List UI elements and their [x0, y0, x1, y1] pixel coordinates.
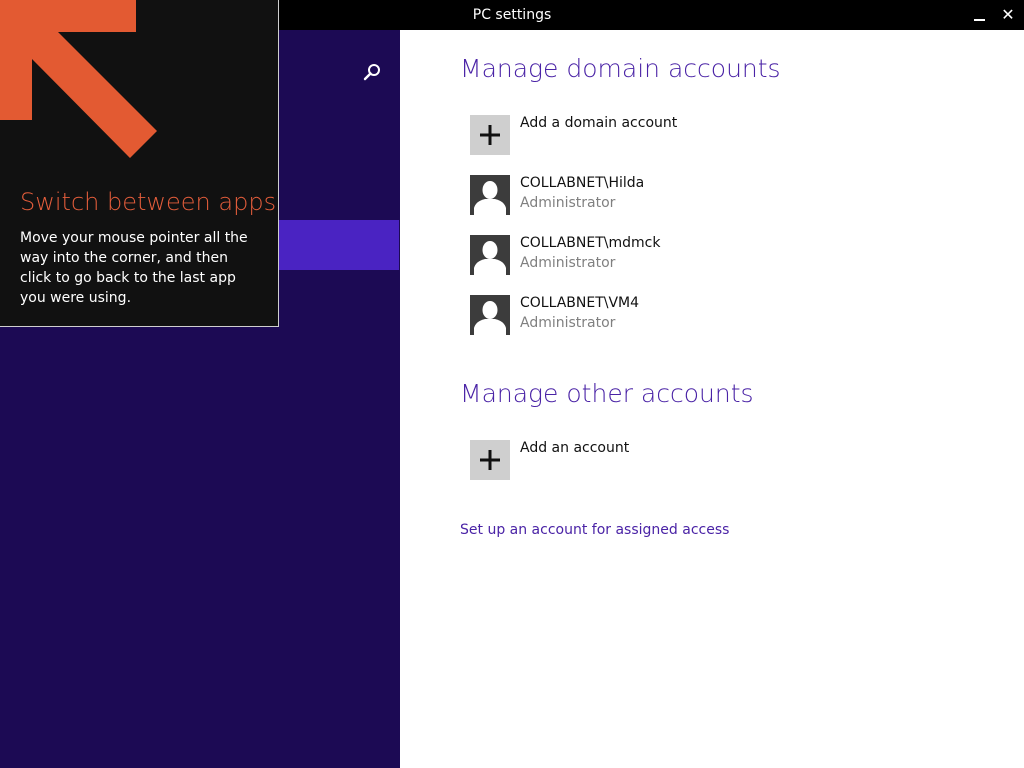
account-role: Administrator	[520, 195, 616, 211]
account-role: Administrator	[520, 315, 616, 331]
account-role: Administrator	[520, 255, 616, 271]
close-button[interactable]: ✕	[997, 4, 1019, 26]
user-silhouette-icon	[474, 301, 506, 335]
account-item[interactable]: COLLABNET\VM4 Administrator	[470, 295, 870, 339]
corner-arrow-icon	[0, 0, 157, 158]
minimize-button[interactable]	[968, 4, 990, 26]
account-name: COLLABNET\VM4	[520, 295, 640, 311]
tip-body: Move your mouse pointer all the way into…	[20, 230, 248, 306]
user-silhouette-icon	[474, 181, 506, 215]
search-icon	[363, 64, 380, 81]
domain-accounts-heading: Manage domain accounts	[460, 54, 781, 83]
user-silhouette-icon	[474, 241, 506, 275]
add-account-button[interactable]: Add an account	[470, 440, 870, 484]
user-avatar-icon	[470, 175, 510, 215]
tip-title: Switch between apps	[20, 188, 277, 216]
add-account-label: Add an account	[520, 440, 630, 456]
add-tile	[470, 440, 510, 480]
search-button[interactable]	[360, 60, 384, 84]
plus-icon	[480, 125, 500, 145]
assigned-access-link[interactable]: Set up an account for assigned access	[460, 522, 729, 538]
close-icon: ✕	[1001, 5, 1015, 24]
content-pane: Manage domain accounts Add a domain acco…	[400, 30, 1024, 768]
pc-settings-screen: PC settings ✕ Switch between apps Move y…	[0, 0, 1024, 768]
other-accounts-heading: Manage other accounts	[460, 379, 754, 408]
account-item[interactable]: COLLABNET\Hilda Administrator	[470, 175, 870, 219]
switch-apps-tip: Switch between apps Move your mouse poin…	[0, 0, 279, 327]
user-avatar-icon	[470, 295, 510, 335]
plus-icon	[480, 450, 500, 470]
account-item[interactable]: COLLABNET\mdmck Administrator	[470, 235, 870, 279]
add-domain-account-button[interactable]: Add a domain account	[470, 115, 870, 159]
add-domain-account-label: Add a domain account	[520, 115, 678, 131]
user-avatar-icon	[470, 235, 510, 275]
account-name: COLLABNET\Hilda	[520, 175, 645, 191]
add-tile	[470, 115, 510, 155]
account-name: COLLABNET\mdmck	[520, 235, 661, 251]
minimize-icon	[973, 18, 985, 21]
